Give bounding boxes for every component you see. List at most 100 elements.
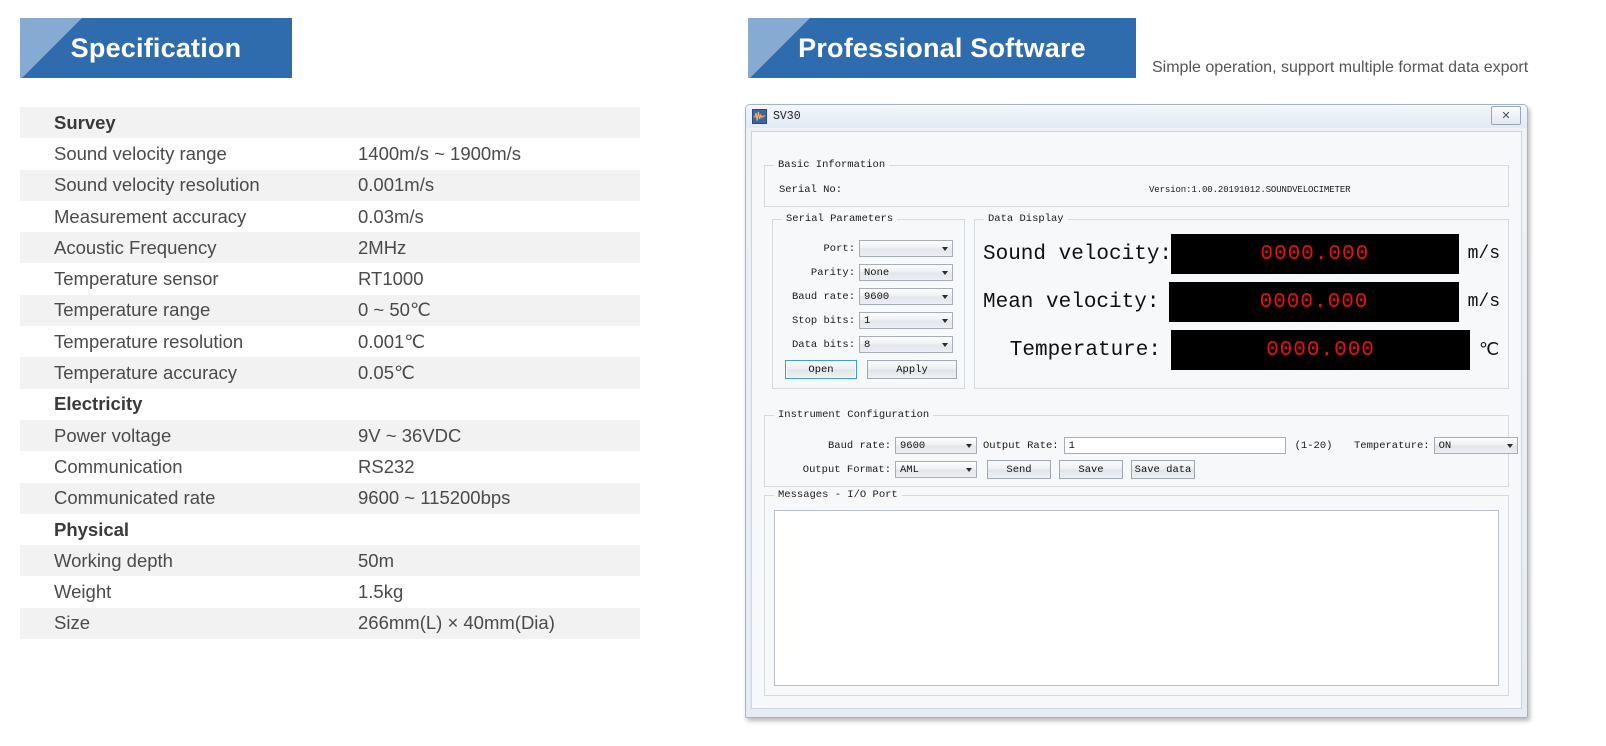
software-banner-title: Professional Software [798,33,1086,64]
sound-velocity-readout: 0000.000 [1171,234,1459,274]
chevron-down-icon [966,468,972,472]
spec-table-row: Acoustic Frequency2MHz [20,232,640,263]
chevron-down-icon [942,319,948,323]
stop-bits-select[interactable]: 1 [859,312,953,329]
sound-velocity-row: Sound velocity: 0000.000 m/s [983,234,1500,274]
baud-rate-row: Baud rate: 9600 [781,288,957,305]
baud-rate-label: Baud rate: [781,291,855,303]
spec-row-key: Communication [20,456,358,478]
spec-row-value: 266mm(L) × 40mm(Dia) [358,612,555,634]
mean-velocity-row: Mean velocity: 0000.000 m/s [983,282,1500,322]
apply-button[interactable]: Apply [867,360,957,379]
serial-parameters-group: Serial Parameters Port: Parity: None Bau… [772,219,965,389]
output-format-value: AML [900,464,919,476]
mean-velocity-unit: m/s [1459,292,1500,312]
output-format-row: Output Format: AML [779,461,977,478]
spec-table-row: Sound velocity resolution0.001m/s [20,170,640,201]
output-rate-input[interactable]: 1 [1064,437,1286,454]
data-bits-value: 8 [864,339,870,351]
spec-table-row: Power voltage9V ~ 36VDC [20,420,640,451]
save-data-button[interactable]: Save data [1131,460,1195,479]
instr-baud-rate-select[interactable]: 9600 [895,437,977,454]
close-icon[interactable]: ✕ [1491,106,1521,125]
spec-row-key: Survey [20,112,358,134]
chevron-down-icon [942,295,948,299]
instrument-configuration-group: Instrument Configuration Baud rate: 9600… [764,415,1509,487]
window-client-area: Basic Information Serial No: Version:1.0… [751,131,1522,709]
instr-temperature-select[interactable]: ON [1434,437,1518,454]
software-banner: Professional Software [748,18,1136,78]
stop-bits-row: Stop bits: 1 [781,312,957,329]
save-button[interactable]: Save [1059,460,1123,479]
port-row: Port: [781,240,957,257]
baud-rate-select[interactable]: 9600 [859,288,953,305]
temperature-label: Temperature: [983,339,1171,362]
specification-banner: Specification [20,18,292,78]
parity-label: Parity: [781,267,855,279]
spec-row-value: 1.5kg [358,581,403,603]
window-title: SV30 [773,110,801,123]
port-select[interactable] [859,240,953,257]
spec-row-value: RT1000 [358,268,423,290]
serial-no-label: Serial No: [779,184,842,196]
instr-temperature-value: ON [1439,440,1452,452]
spec-row-key: Physical [20,519,358,541]
output-rate-row: Output Rate: 1 (1-20) [983,437,1332,454]
chevron-down-icon [942,271,948,275]
spec-row-key: Measurement accuracy [20,206,358,228]
stop-bits-value: 1 [864,315,870,327]
chevron-down-icon [942,343,948,347]
chevron-down-icon [966,444,972,448]
instr-baud-rate-label: Baud rate: [823,440,891,452]
open-button[interactable]: Open [785,360,857,379]
spec-row-value: 0.05℃ [358,362,415,384]
spec-row-value: 2MHz [358,237,406,259]
basic-information-group-label: Basic Information [774,159,889,171]
spec-row-key: Temperature accuracy [20,362,358,384]
spec-table-row: Working depth50m [20,545,640,576]
sound-velocity-label: Sound velocity: [983,243,1171,266]
spec-row-key: Working depth [20,550,358,572]
version-text: Version:1.00.20191012.SOUNDVELOCIMETER [1149,185,1350,195]
spec-table-row: Measurement accuracy0.03m/s [20,201,640,232]
stop-bits-label: Stop bits: [781,315,855,327]
spec-row-key: Acoustic Frequency [20,237,358,259]
data-display-group: Data Display Sound velocity: 0000.000 m/… [974,219,1509,389]
send-button[interactable]: Send [987,460,1051,479]
parity-select[interactable]: None [859,264,953,281]
temperature-unit: ℃ [1470,339,1499,361]
parity-row: Parity: None [781,264,957,281]
spec-section-row: Electricity [20,389,640,420]
data-bits-select[interactable]: 8 [859,336,953,353]
spec-row-value: 0.001℃ [358,331,425,353]
spec-table-row: Sound velocity range1400m/s ~ 1900m/s [20,138,640,169]
spec-row-key: Communicated rate [20,487,358,509]
spec-row-value: 0 ~ 50℃ [358,299,431,321]
spec-table-row: Temperature range0 ~ 50℃ [20,295,640,326]
spec-table-row: Temperature accuracy0.05℃ [20,357,640,388]
spec-row-key: Temperature sensor [20,268,358,290]
spec-row-key: Temperature range [20,299,358,321]
messages-textarea[interactable] [774,510,1499,686]
spec-row-value: 0.001m/s [358,174,434,196]
instr-temperature-label: Temperature: [1354,440,1430,452]
spec-row-value: 50m [358,550,394,572]
spec-table-row: Size266mm(L) × 40mm(Dia) [20,608,640,639]
spec-table-row: Weight1.5kg [20,576,640,607]
spec-row-key: Sound velocity range [20,143,358,165]
spec-table-row: Communicated rate9600 ~ 115200bps [20,483,640,514]
window-titlebar[interactable]: SV30 ✕ [746,105,1527,128]
basic-information-group: Basic Information Serial No: Version:1.0… [764,165,1509,207]
spec-table-row: Temperature sensorRT1000 [20,263,640,294]
spec-row-value: 9600 ~ 115200bps [358,487,510,509]
spec-table-row: Temperature resolution0.001℃ [20,326,640,357]
spec-section-row: Survey [20,107,640,138]
sound-velocity-unit: m/s [1459,244,1500,264]
temperature-readout: 0000.000 [1171,330,1470,370]
specification-table: Survey Sound velocity range1400m/s ~ 1900… [20,107,640,639]
serial-parameters-group-label: Serial Parameters [782,213,897,225]
data-bits-row: Data bits: 8 [781,336,957,353]
output-format-select[interactable]: AML [895,461,977,478]
spec-row-key: Weight [20,581,358,603]
instr-baud-rate-row: Baud rate: 9600 [823,437,977,454]
